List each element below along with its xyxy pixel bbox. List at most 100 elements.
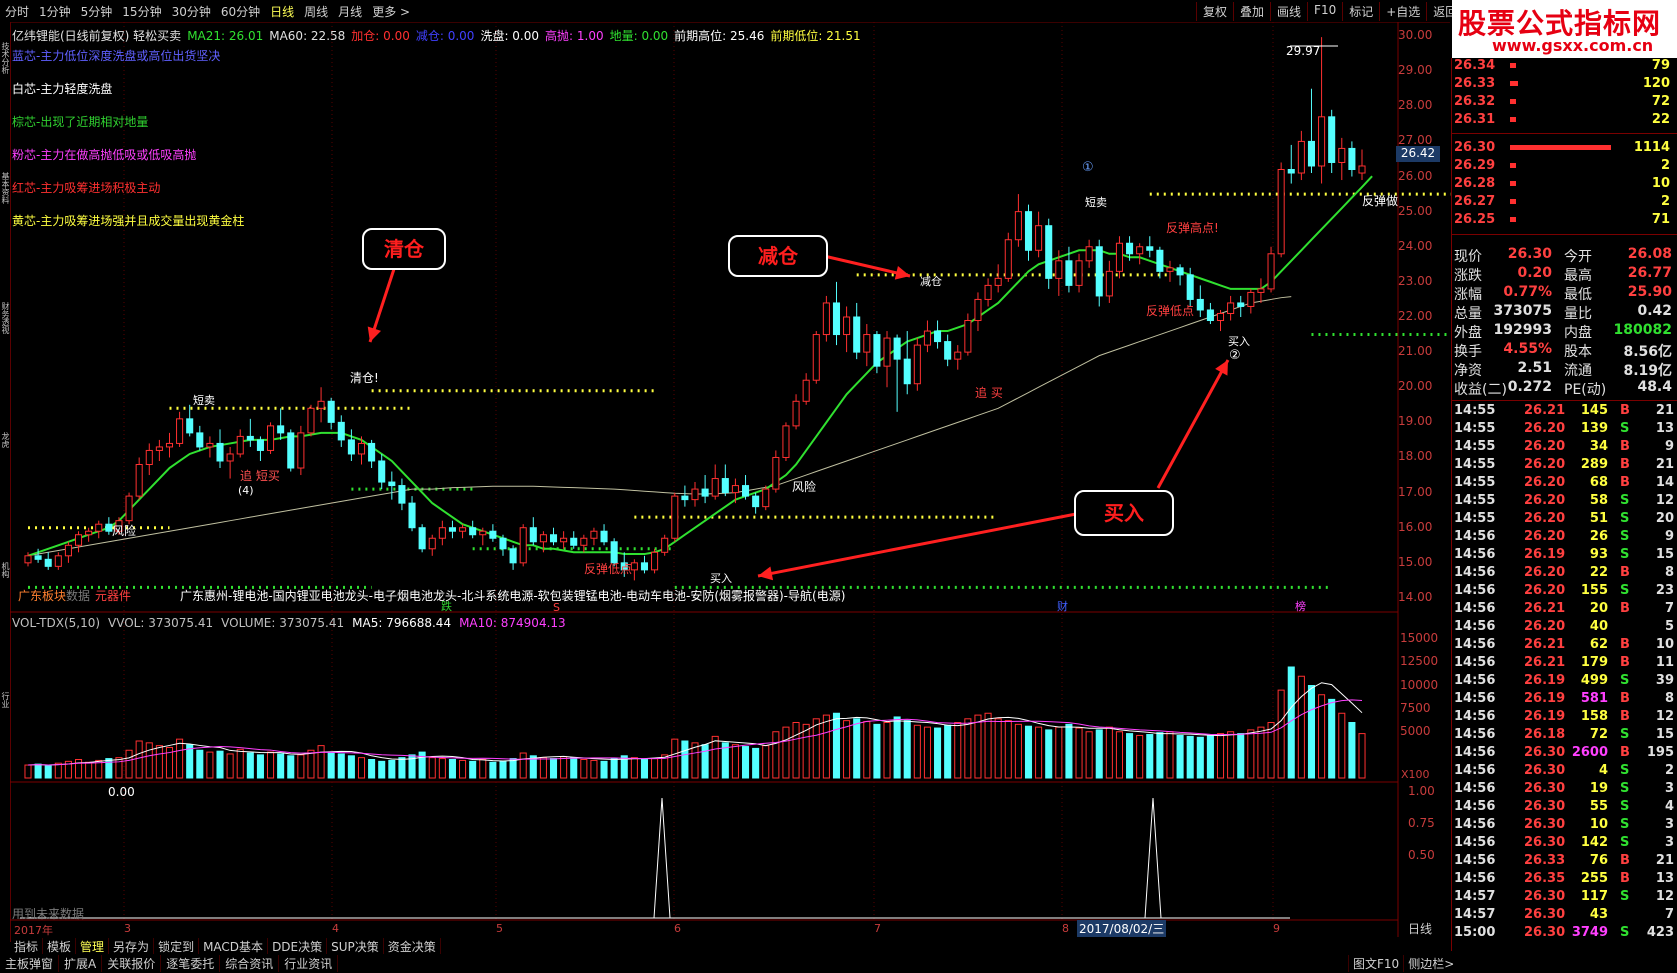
bottom-right-button-0[interactable]: 图文F10 <box>1348 955 1403 972</box>
bottom-tab-4[interactable]: 综合资讯 <box>220 955 280 972</box>
event-mark-bang[interactable]: 榜 <box>1295 598 1306 614</box>
tab-period-9[interactable]: 更多 > <box>372 3 410 20</box>
tab-period-8[interactable]: 月线 <box>338 3 362 20</box>
candle-60 <box>630 559 638 581</box>
indicator-tab-2[interactable]: 管理 <box>76 938 110 954</box>
tab-period-6[interactable]: 日线 <box>270 3 294 20</box>
indicator-tab-1[interactable]: 模板 <box>43 938 77 954</box>
trade-time: 14:56 <box>1454 637 1496 652</box>
volume-bar-95 <box>984 712 992 779</box>
side-tab-2[interactable]: 财务透视 <box>0 302 10 334</box>
event-mark-die[interactable]: 跌 <box>441 598 452 614</box>
side-tab-5[interactable]: 行业 <box>0 692 10 708</box>
candle-72 <box>752 492 760 514</box>
bottom-right-button-1[interactable]: 侧边栏> <box>1403 955 1458 972</box>
toolbar-button-4[interactable]: 标记 <box>1342 2 1379 21</box>
trade-row-19: 14:56 26.30 2600 B 195 <box>1452 745 1677 763</box>
indicator-tab-0[interactable]: 指标 <box>10 938 44 954</box>
volume-bar-126 <box>1297 675 1305 779</box>
trade-count: 10 <box>1655 637 1674 652</box>
sector-data-label[interactable]: 数据 <box>66 587 90 604</box>
candle-84 <box>873 331 881 374</box>
toolbar-button-1[interactable]: 叠加 <box>1233 2 1270 21</box>
bottom-tab-1[interactable]: 扩展A <box>59 955 103 972</box>
trade-count: 11 <box>1655 655 1674 670</box>
volume-bar-8 <box>105 758 113 779</box>
stat-label-a: 涨幅 <box>1454 287 1482 303</box>
toolbar-button-3[interactable]: F10 <box>1307 2 1342 21</box>
price-tick-7: 23.00 <box>1398 273 1433 288</box>
bid-bar <box>1510 199 1516 204</box>
trade-count: 14 <box>1655 475 1674 490</box>
trade-row-4: 14:55 26.20 68 B 14 <box>1452 475 1677 493</box>
tab-period-0[interactable]: 分时 <box>5 3 29 20</box>
indicator-tab-4[interactable]: 锁定到 <box>154 938 200 954</box>
candle-66 <box>691 482 699 507</box>
event-mark-cai[interactable]: 财 <box>1057 598 1068 614</box>
trade-row-14: 14:56 26.21 179 B 11 <box>1452 655 1677 673</box>
candle-100 <box>1035 211 1043 258</box>
indicator-tab-8[interactable]: 资金决策 <box>384 938 441 954</box>
volume-bar-130 <box>1338 712 1346 779</box>
tab-period-2[interactable]: 5分钟 <box>81 3 113 20</box>
trade-row-20: 14:56 26.30 4 S 2 <box>1452 763 1677 781</box>
toolbar-button-5[interactable]: +自选 <box>1379 2 1426 21</box>
side-tab-0[interactable]: 技术分析 <box>0 42 10 74</box>
indicator-tab-5[interactable]: MACD基本 <box>199 938 269 954</box>
sector-component-label[interactable]: 元器件 <box>95 587 131 604</box>
vol-tick-4: 5000 <box>1400 723 1431 738</box>
bottom-tab-5[interactable]: 行业资讯 <box>279 955 339 972</box>
volume-bar-87 <box>903 720 911 779</box>
toolbar-button-2[interactable]: 画线 <box>1270 2 1307 21</box>
tab-period-7[interactable]: 周线 <box>304 3 328 20</box>
tab-period-5[interactable]: 60分钟 <box>221 3 260 20</box>
indicator-tab-6[interactable]: DDE决策 <box>268 938 328 954</box>
bottom-tab-0[interactable]: 主板弹窗 <box>0 955 60 972</box>
candle-37 <box>398 478 406 511</box>
volume-bar-101 <box>1045 729 1053 779</box>
bottom-tab-3[interactable]: 逐笔委托 <box>161 955 221 972</box>
trade-count: 423 <box>1646 925 1674 940</box>
price-tick-13: 17.00 <box>1398 484 1433 499</box>
candle-88 <box>913 338 921 391</box>
volume-bar-71 <box>741 746 750 779</box>
toolbar-button-0[interactable]: 复权 <box>1196 2 1233 21</box>
event-mark-s[interactable]: S <box>553 601 560 614</box>
trade-time: 14:57 <box>1454 907 1496 922</box>
volume-bar-33 <box>357 757 366 779</box>
bottom-tab-2[interactable]: 关联报价 <box>102 955 162 972</box>
side-tab-4[interactable]: 机构 <box>0 562 10 578</box>
trade-volume: 142 <box>1580 835 1608 850</box>
trade-row-12: 14:56 26.20 40 5 <box>1452 619 1677 637</box>
tab-period-1[interactable]: 1分钟 <box>39 3 71 20</box>
candle-56 <box>590 527 598 546</box>
indicator-toolbar: 指标 模板 管理 另存为 锁定到 MACD基本 DDE决策 SUP决策 资金决策 <box>10 938 441 954</box>
trade-time: 14:56 <box>1454 583 1496 598</box>
date-tick-4: 6 <box>674 922 681 935</box>
tab-period-4[interactable]: 30分钟 <box>172 3 211 20</box>
stock-chart[interactable] <box>10 22 1451 942</box>
trade-time: 14:55 <box>1454 511 1496 526</box>
side-tab-1[interactable]: 基本资料 <box>0 172 10 204</box>
duanmai-label-1: 短卖 <box>193 394 215 407</box>
trade-volume: 179 <box>1580 655 1608 670</box>
lower-indicator-title: 0.00 <box>108 785 135 799</box>
sector-label[interactable]: 广东板块 <box>18 587 66 604</box>
indicator-tab-3[interactable]: 另存为 <box>109 938 155 954</box>
tab-period-3[interactable]: 15分钟 <box>122 3 161 20</box>
stat-value-a: 373075 <box>1493 303 1552 319</box>
trade-time: 14:56 <box>1454 727 1496 742</box>
volume-bar-22 <box>246 752 254 779</box>
volume-bar-28 <box>307 749 315 779</box>
volume-bar-43 <box>459 759 467 779</box>
trade-volume: 2600 <box>1571 745 1608 760</box>
volume-bar-0 <box>24 764 32 779</box>
volume-bar-31 <box>337 753 345 779</box>
trade-row-11: 14:56 26.21 20 B 7 <box>1452 601 1677 619</box>
candle-106 <box>1095 239 1103 307</box>
vol-title-part-3: MA5: 796688.44 <box>352 616 452 630</box>
side-tab-3[interactable]: 龙虎 <box>0 432 10 448</box>
price-tick-0: 30.00 <box>1398 28 1433 43</box>
trade-side: S <box>1620 817 1630 832</box>
indicator-tab-7[interactable]: SUP决策 <box>327 938 384 954</box>
